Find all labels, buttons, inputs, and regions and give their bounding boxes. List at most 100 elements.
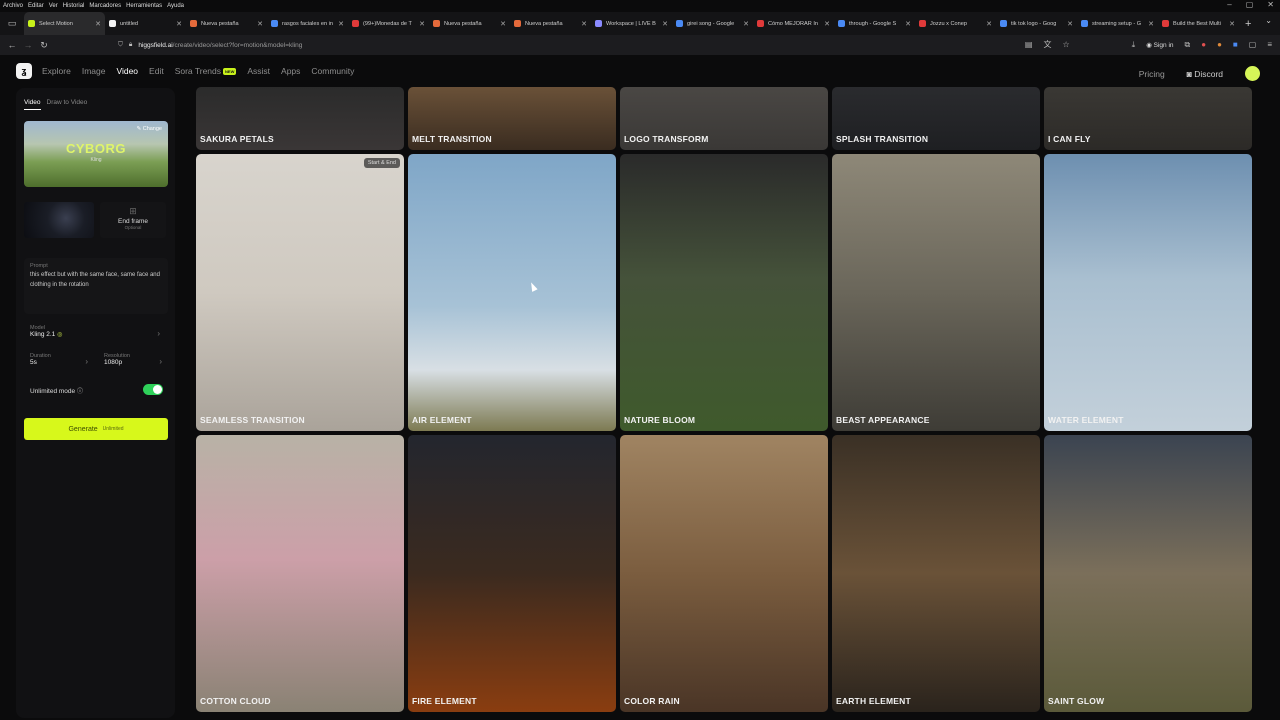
effect-card[interactable]: WATER ELEMENT	[1044, 154, 1252, 431]
download-icon[interactable]: ⤓	[1132, 40, 1136, 50]
nav-item-image[interactable]: Image	[82, 66, 106, 76]
maximize-icon[interactable]: ▢	[1246, 0, 1254, 9]
prompt-field[interactable]: Prompt this effect but with the same fac…	[24, 258, 168, 314]
extensions-icon[interactable]: ⧉	[1185, 40, 1191, 50]
nav-item-edit[interactable]: Edit	[149, 66, 164, 76]
tab-close-icon[interactable]: ✕	[1067, 20, 1073, 28]
tab-close-icon[interactable]: ✕	[176, 20, 182, 28]
browser-tab[interactable]: untitled ✕	[105, 12, 186, 35]
higgsfield-logo[interactable]: ʓ	[16, 63, 32, 79]
screen-icon[interactable]: ▢	[1249, 40, 1257, 49]
nav-item-assist[interactable]: Assist	[247, 66, 270, 76]
effect-card[interactable]: COLOR RAIN	[620, 435, 828, 712]
browser-tab[interactable]: streaming setup - G ✕	[1077, 12, 1158, 35]
reader-icon[interactable]: ▤	[1025, 40, 1033, 49]
nav-item-community[interactable]: Community	[311, 66, 354, 76]
unlimited-toggle[interactable]	[143, 384, 163, 395]
duration-selector[interactable]: Duration 5s ›	[24, 350, 94, 372]
tab-draw-to-video[interactable]: Draw to Video	[47, 99, 88, 110]
browser-tab[interactable]: Nueva pestaña ✕	[429, 12, 510, 35]
generate-button[interactable]: Generate Unlimited	[24, 418, 168, 440]
os-menu-item[interactable]: Herramientas	[126, 3, 162, 9]
nav-item-video[interactable]: Video	[116, 66, 138, 76]
browser-tab[interactable]: girei song - Google ✕	[672, 12, 753, 35]
effect-card[interactable]: SPLASH TRANSITION	[832, 87, 1040, 150]
nav-item-explore[interactable]: Explore	[42, 66, 71, 76]
model-selector[interactable]: Model Kling 2.1 ◎ ›	[24, 322, 168, 344]
tab-list-chevron-icon[interactable]: ⌄	[1265, 16, 1272, 25]
browser-tab[interactable]: Jozzu x Conep ✕	[915, 12, 996, 35]
avatar[interactable]	[1245, 66, 1260, 81]
discord-link[interactable]: ◙ Discord	[1187, 69, 1223, 79]
prompt-text[interactable]: this effect but with the same face, same…	[30, 270, 162, 290]
os-menu-item[interactable]: Marcadores	[89, 3, 121, 9]
tab-close-icon[interactable]: ✕	[581, 20, 587, 28]
effect-card[interactable]: SEAMLESS TRANSITION Start & End	[196, 154, 404, 431]
info-icon[interactable]: ⓘ	[77, 389, 83, 395]
menu-icon[interactable]: ≡	[1267, 40, 1272, 49]
change-button[interactable]: ✎ Change	[137, 126, 162, 132]
browser-tab[interactable]: Build the Best Multi ✕	[1158, 12, 1239, 35]
effect-card[interactable]: AIR ELEMENT	[408, 154, 616, 431]
browser-tab[interactable]: rasgos faciales en in ✕	[267, 12, 348, 35]
browser-tab[interactable]: tik tok logo - Goog ✕	[996, 12, 1077, 35]
os-menu-item[interactable]: Archivo	[3, 3, 23, 9]
nav-item-sora-trends[interactable]: Sora Trends NEW	[175, 66, 237, 76]
tab-close-icon[interactable]: ✕	[1148, 20, 1154, 28]
tab-close-icon[interactable]: ✕	[986, 20, 992, 28]
sign-in-button[interactable]: ◉ Sign in	[1146, 41, 1173, 49]
browser-tab[interactable]: Cómo MEJORAR In ✕	[753, 12, 834, 35]
close-window-icon[interactable]: ✕	[1267, 0, 1274, 9]
bookmark-star-icon[interactable]: ☆	[1062, 40, 1069, 49]
os-menu-item[interactable]: Ayuda	[167, 3, 184, 9]
extension-red-icon[interactable]: ●	[1201, 40, 1206, 49]
effect-card[interactable]: MELT TRANSITION	[408, 87, 616, 150]
browser-tab[interactable]: Nueva pestaña ✕	[186, 12, 267, 35]
os-menu-item[interactable]: Editar	[28, 3, 44, 9]
browser-tab[interactable]: Nueva pestaña ✕	[510, 12, 591, 35]
tab-close-icon[interactable]: ✕	[257, 20, 263, 28]
effect-card[interactable]: COTTON CLOUD	[196, 435, 404, 712]
effect-card[interactable]: SAINT GLOW	[1044, 435, 1252, 712]
pricing-link[interactable]: Pricing	[1139, 69, 1165, 79]
browser-tab[interactable]: (99+)Monedas de T ✕	[348, 12, 429, 35]
browser-tab[interactable]: Select Motion ✕	[24, 12, 105, 35]
os-menu-item[interactable]: Historial	[63, 3, 85, 9]
address-field[interactable]: ⛉ 🔒︎ higgsfield.ai/create/video/select?f…	[118, 41, 302, 49]
tab-video[interactable]: Video	[24, 99, 41, 110]
effect-card[interactable]: FIRE ELEMENT	[408, 435, 616, 712]
extension-orange-icon[interactable]: ●	[1217, 40, 1222, 49]
sidebar-toggle-icon[interactable]: ▭	[0, 12, 24, 35]
translate-icon[interactable]: 文	[1043, 39, 1051, 50]
tab-close-icon[interactable]: ✕	[95, 20, 101, 28]
minimize-icon[interactable]: –	[1227, 0, 1231, 9]
end-frame-slot[interactable]: ⊞ End frame Optional	[100, 202, 166, 238]
tab-close-icon[interactable]: ✕	[824, 20, 830, 28]
nav-item-apps[interactable]: Apps	[281, 66, 300, 76]
effect-card[interactable]: LOGO TRANSFORM	[620, 87, 828, 150]
effect-card[interactable]: I CAN FLY	[1044, 87, 1252, 150]
tab-close-icon[interactable]: ✕	[905, 20, 911, 28]
resolution-selector[interactable]: Resolution 1080p ›	[98, 350, 168, 372]
effect-card[interactable]: NATURE BLOOM	[620, 154, 828, 431]
browser-tab[interactable]: through - Google S ✕	[834, 12, 915, 35]
forward-icon[interactable]: →	[20, 40, 36, 50]
extension-blue-icon[interactable]: ■	[1233, 40, 1238, 49]
browser-tab[interactable]: Workspace | LIVE B ✕	[591, 12, 672, 35]
new-tab-icon[interactable]: +	[1245, 18, 1251, 30]
effect-card[interactable]: BEAST APPEARANCE	[832, 154, 1040, 431]
tab-close-icon[interactable]: ✕	[500, 20, 506, 28]
os-menu-item[interactable]: Ver	[49, 3, 58, 9]
tab-close-icon[interactable]: ✕	[338, 20, 344, 28]
tab-close-icon[interactable]: ✕	[743, 20, 749, 28]
effect-card[interactable]: SAKURA PETALS	[196, 87, 404, 150]
window-controls[interactable]: – ▢ ✕	[1227, 0, 1274, 9]
effect-card[interactable]: EARTH ELEMENT	[832, 435, 1040, 712]
tab-close-icon[interactable]: ✕	[662, 20, 668, 28]
back-icon[interactable]: ←	[4, 40, 20, 50]
tab-close-icon[interactable]: ✕	[1229, 20, 1235, 28]
start-frame-thumbnail[interactable]	[24, 202, 94, 238]
reload-icon[interactable]: ↻	[36, 40, 52, 51]
motion-preview[interactable]: ✎ Change CYBORG Kling	[24, 121, 168, 187]
tab-close-icon[interactable]: ✕	[419, 20, 425, 28]
